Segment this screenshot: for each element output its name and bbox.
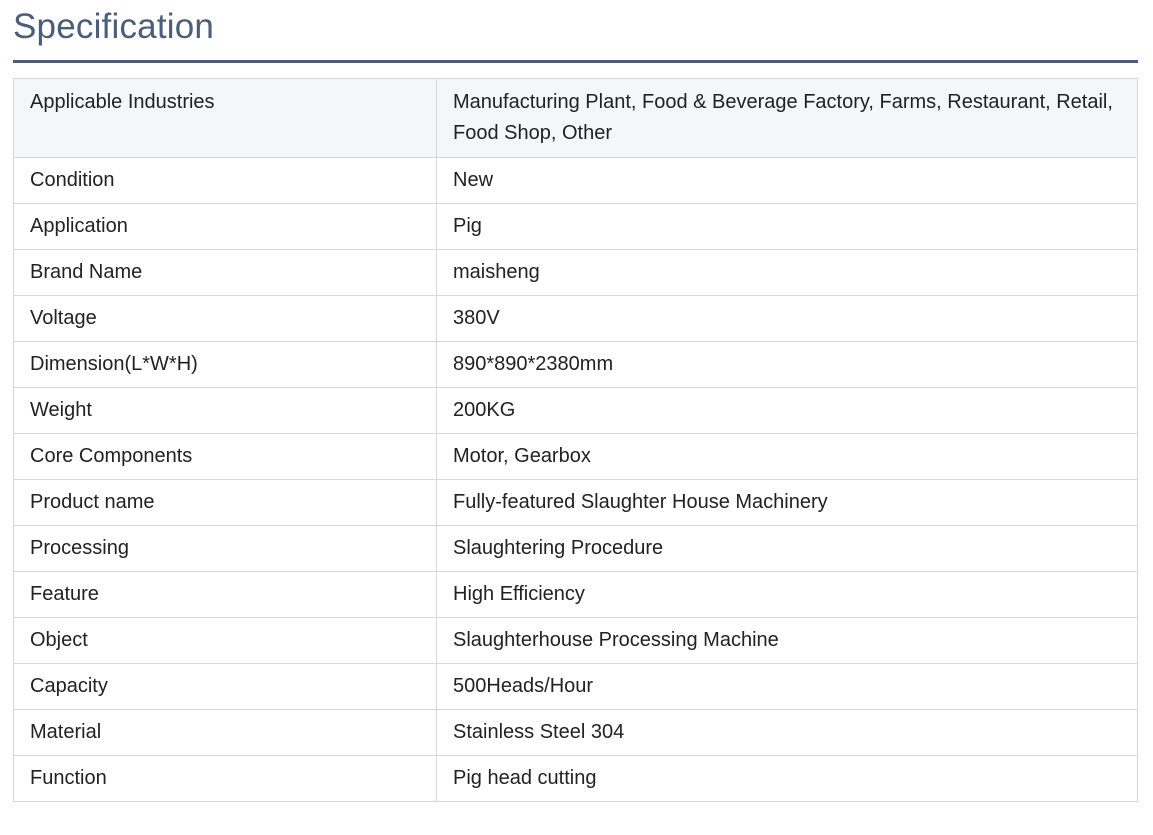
title-divider (13, 60, 1138, 63)
spec-table: Applicable Industries Manufacturing Plan… (13, 78, 1138, 802)
spec-label: Dimension(L*W*H) (13, 341, 437, 388)
table-row: Weight 200KG (13, 387, 1138, 434)
spec-label: Core Components (13, 433, 437, 480)
specification-page: Specification Applicable Industries Manu… (0, 0, 1153, 835)
spec-value: Fully-featured Slaughter House Machinery (436, 479, 1138, 526)
spec-value: 890*890*2380mm (436, 341, 1138, 388)
spec-label: Condition (13, 157, 437, 204)
table-row: Object Slaughterhouse Processing Machine (13, 617, 1138, 664)
table-row: Processing Slaughtering Procedure (13, 525, 1138, 572)
spec-label: Applicable Industries (13, 78, 437, 158)
page-title: Specification (13, 7, 215, 46)
spec-value: 380V (436, 295, 1138, 342)
spec-label: Processing (13, 525, 437, 572)
table-row: Condition New (13, 157, 1138, 204)
table-row: Core Components Motor, Gearbox (13, 433, 1138, 480)
spec-value: maisheng (436, 249, 1138, 296)
table-row: Voltage 380V (13, 295, 1138, 342)
spec-value: Manufacturing Plant, Food & Beverage Fac… (436, 78, 1138, 158)
table-row: Material Stainless Steel 304 (13, 709, 1138, 756)
spec-value: Slaughterhouse Processing Machine (436, 617, 1138, 664)
table-row: Product name Fully-featured Slaughter Ho… (13, 479, 1138, 526)
spec-value: Pig (436, 203, 1138, 250)
table-row: Feature High Efficiency (13, 571, 1138, 618)
spec-label: Weight (13, 387, 437, 434)
spec-label: Application (13, 203, 437, 250)
spec-label: Product name (13, 479, 437, 526)
spec-label: Material (13, 709, 437, 756)
spec-label: Voltage (13, 295, 437, 342)
spec-label: Brand Name (13, 249, 437, 296)
spec-label: Object (13, 617, 437, 664)
spec-value: Pig head cutting (436, 755, 1138, 802)
spec-value: New (436, 157, 1138, 204)
table-row: Application Pig (13, 203, 1138, 250)
spec-value: High Efficiency (436, 571, 1138, 618)
spec-label: Feature (13, 571, 437, 618)
spec-value: Motor, Gearbox (436, 433, 1138, 480)
table-row: Brand Name maisheng (13, 249, 1138, 296)
table-row: Function Pig head cutting (13, 755, 1138, 802)
spec-label: Capacity (13, 663, 437, 710)
table-row: Dimension(L*W*H) 890*890*2380mm (13, 341, 1138, 388)
spec-value: Stainless Steel 304 (436, 709, 1138, 756)
table-row: Capacity 500Heads/Hour (13, 663, 1138, 710)
spec-value: 500Heads/Hour (436, 663, 1138, 710)
spec-label: Function (13, 755, 437, 802)
spec-value: 200KG (436, 387, 1138, 434)
table-row: Applicable Industries Manufacturing Plan… (13, 78, 1138, 158)
spec-value: Slaughtering Procedure (436, 525, 1138, 572)
